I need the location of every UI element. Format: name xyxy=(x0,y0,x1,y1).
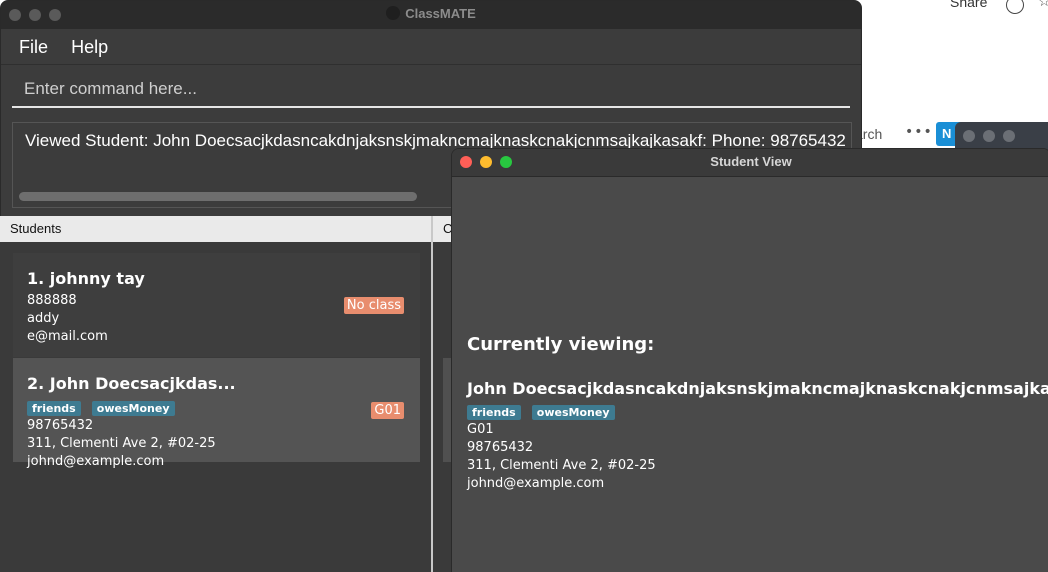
student-tags: friends owesMoney xyxy=(467,401,1048,420)
student-address: 311, Clementi Ave 2, #02-25 xyxy=(27,436,216,451)
tag-label: friends xyxy=(27,401,81,416)
student-name: 1. johnny tay xyxy=(27,269,145,288)
window-title: ClassMATE xyxy=(1,6,861,21)
student-view-title-bar: Student View xyxy=(452,149,1048,177)
share-button[interactable]: Share xyxy=(950,0,987,10)
tag-label: friends xyxy=(467,405,521,420)
student-email: johnd@example.com xyxy=(467,476,605,491)
student-tags: friends owesMoney xyxy=(27,397,406,416)
student-full-name: John Doecsacjkdasncakdnjaksnskjmakncmajk… xyxy=(467,379,1048,398)
student-card-selected[interactable]: 2. John Doecsacjkdas... friends owesMone… xyxy=(13,358,420,469)
student-view-window: Student View Currently viewing: John Doe… xyxy=(451,148,1048,572)
student-phone: 98765432 xyxy=(467,440,534,455)
class-badge: G01 xyxy=(371,402,404,419)
menu-help[interactable]: Help xyxy=(71,29,108,65)
student-phone: 98765432 xyxy=(27,418,94,433)
window-zoom-icon xyxy=(1003,130,1015,142)
window-minimize-icon xyxy=(983,130,995,142)
command-input[interactable] xyxy=(12,72,850,106)
student-email: e@mail.com xyxy=(27,329,108,344)
class-badge: No class xyxy=(343,297,404,314)
student-details: Currently viewing: John Doecsacjkdasncak… xyxy=(467,334,1048,493)
tag-label: owesMoney xyxy=(91,401,175,416)
tag-label: owesMoney xyxy=(531,405,615,420)
horizontal-scrollbar[interactable] xyxy=(19,192,417,201)
student-class: G01 xyxy=(467,422,494,437)
student-card[interactable]: 1. johnny tay 888888 addy e@mail.com No … xyxy=(13,253,420,357)
student-email: johnd@example.com xyxy=(27,454,165,469)
command-box xyxy=(12,72,850,108)
student-address: 311, Clementi Ave 2, #02-25 xyxy=(467,458,656,473)
student-name: 2. John Doecsacjkdas... xyxy=(27,374,236,393)
currently-viewing-heading: Currently viewing: xyxy=(467,334,655,355)
window-close-icon xyxy=(963,130,975,142)
student-view-title: Student View xyxy=(710,154,792,169)
star-icon[interactable]: ☆ xyxy=(1038,0,1048,10)
menu-file[interactable]: File xyxy=(19,29,48,65)
students-panel-header: Students xyxy=(0,216,431,242)
title-bar: ClassMATE xyxy=(1,1,861,29)
menu-bar: File Help xyxy=(1,29,861,65)
app-icon xyxy=(386,6,401,20)
history-icon[interactable] xyxy=(1006,0,1024,14)
more-options-icon[interactable]: ••• xyxy=(905,124,933,140)
